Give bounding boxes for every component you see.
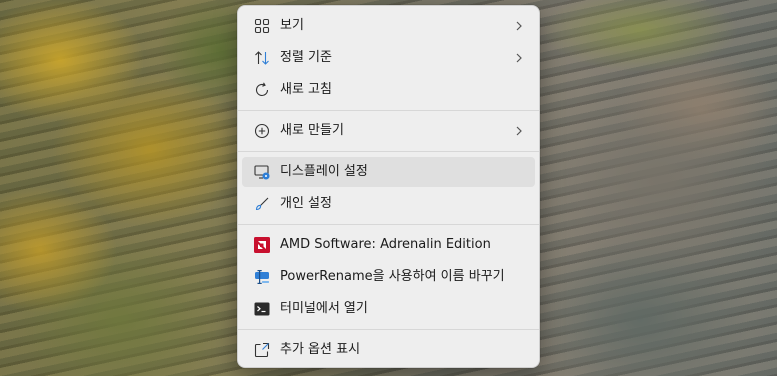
show-more-icon — [253, 341, 271, 359]
terminal-icon — [253, 300, 271, 318]
menu-separator — [238, 151, 539, 152]
menu-item-sort-by[interactable]: 정렬 기준 — [242, 43, 535, 73]
menu-item-label: 디스플레이 설정 — [280, 164, 368, 179]
menu-item-label: 새로 만들기 — [280, 123, 344, 138]
menu-item-open-in-terminal[interactable]: 터미널에서 열기 — [242, 294, 535, 324]
plus-circle-icon — [253, 122, 271, 140]
menu-item-label: AMD Software: Adrenalin Edition — [280, 237, 491, 252]
menu-item-label: 정렬 기준 — [280, 50, 332, 65]
chevron-right-icon — [513, 20, 525, 32]
menu-item-display-settings[interactable]: 디스플레이 설정 — [242, 157, 535, 187]
menu-item-label: 추가 옵션 표시 — [280, 342, 361, 357]
menu-item-view[interactable]: 보기 — [242, 11, 535, 41]
chevron-right-icon — [513, 125, 525, 137]
brush-icon — [253, 195, 271, 213]
menu-item-powerrename[interactable]: PowerRename을 사용하여 이름 바꾸기 — [242, 262, 535, 292]
menu-item-amd-software[interactable]: AMD Software: Adrenalin Edition — [242, 230, 535, 260]
desktop-context-menu: 보기 정렬 기준 새로 고침 새로 만들기 디스플레이 설정 개인 설정 AMD… — [237, 5, 540, 368]
menu-item-refresh[interactable]: 새로 고침 — [242, 75, 535, 105]
menu-separator — [238, 329, 539, 330]
menu-item-label: 보기 — [280, 18, 304, 33]
menu-separator — [238, 224, 539, 225]
menu-item-label: 새로 고침 — [280, 82, 332, 97]
menu-item-label: PowerRename을 사용하여 이름 바꾸기 — [280, 269, 505, 284]
powerrename-icon — [253, 268, 271, 286]
chevron-right-icon — [513, 52, 525, 64]
menu-item-label: 개인 설정 — [280, 196, 332, 211]
menu-item-personalize[interactable]: 개인 설정 — [242, 189, 535, 219]
sort-arrows-icon — [253, 49, 271, 67]
display-settings-icon — [253, 163, 271, 181]
menu-separator — [238, 110, 539, 111]
amd-logo-icon — [253, 236, 271, 254]
grid-view-icon — [253, 17, 271, 35]
menu-item-label: 터미널에서 열기 — [280, 301, 368, 316]
refresh-icon — [253, 81, 271, 99]
menu-item-new[interactable]: 새로 만들기 — [242, 116, 535, 146]
menu-item-show-more-options[interactable]: 추가 옵션 표시 — [242, 335, 535, 365]
